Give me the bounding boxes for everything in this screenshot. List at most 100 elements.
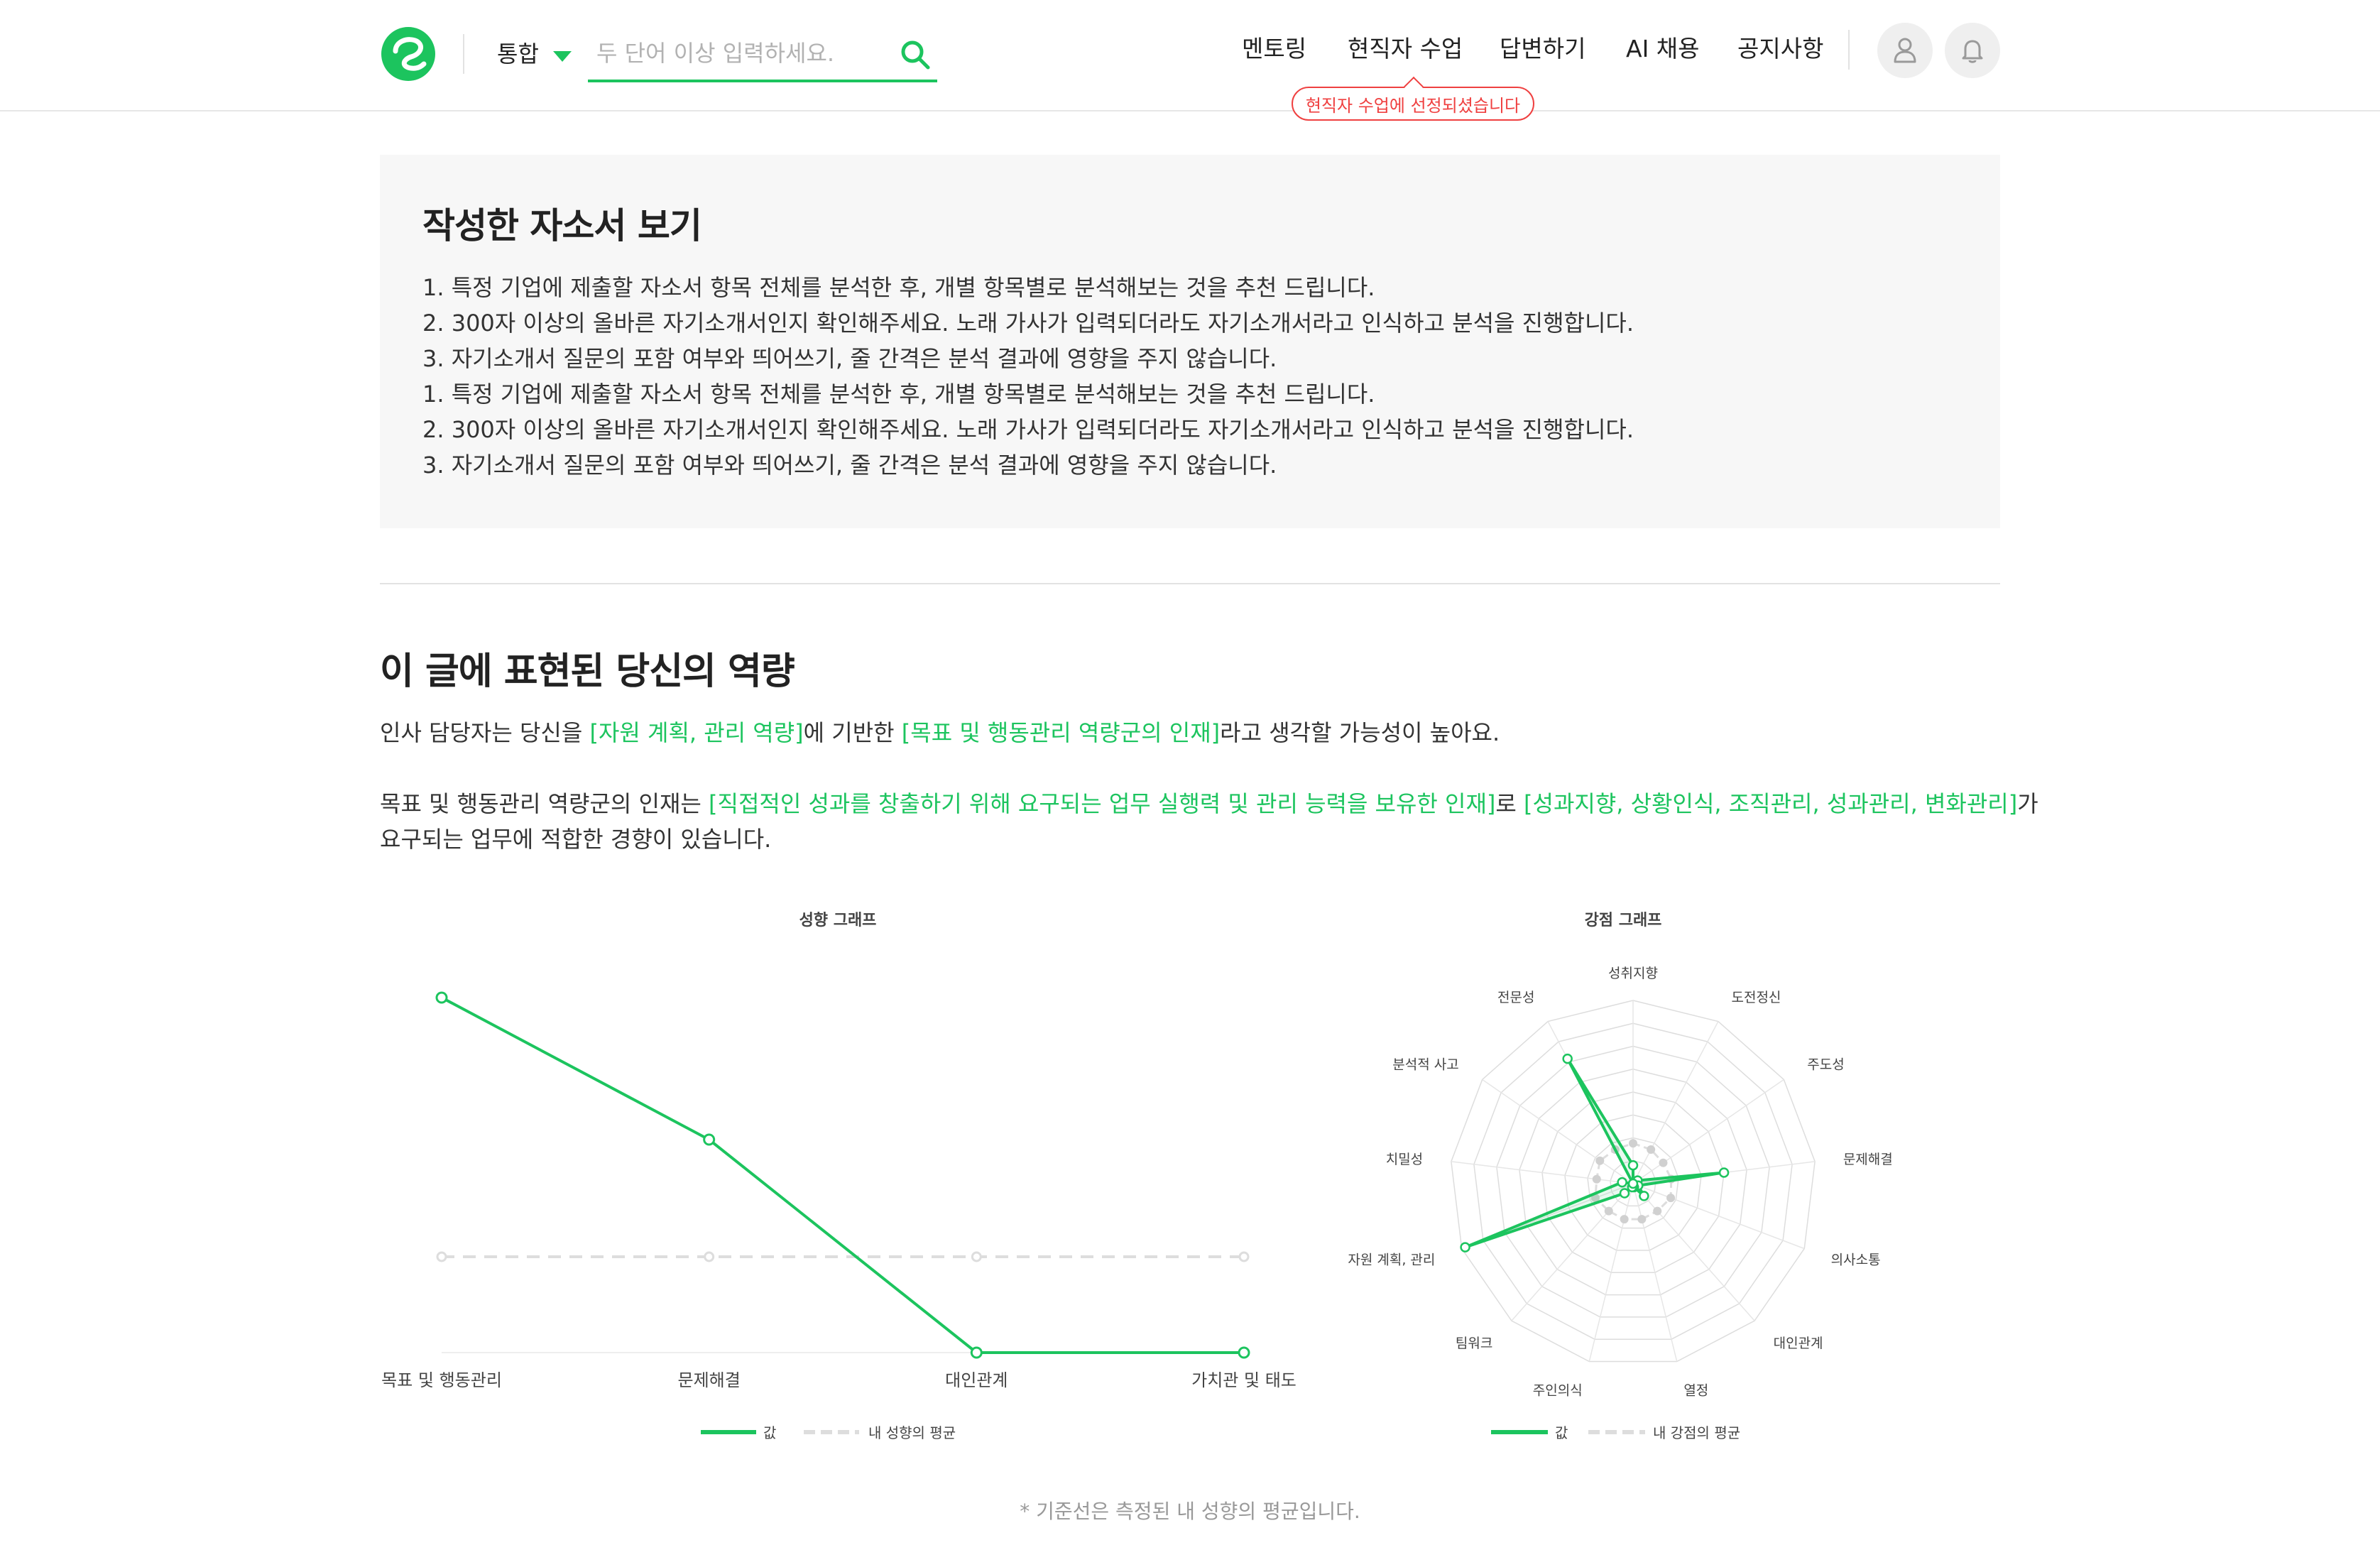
average-point bbox=[1604, 1206, 1613, 1216]
nav-answer[interactable]: 답변하기 bbox=[1500, 30, 1585, 64]
radar-axis-label: 팀워크 bbox=[1456, 1336, 1492, 1351]
value-point bbox=[703, 1133, 716, 1146]
header-divider bbox=[1848, 30, 1850, 70]
value-point bbox=[1627, 1178, 1639, 1189]
user-icon bbox=[1894, 38, 1916, 63]
guide-line: 1. 특정 기업에 제출할 자소서 항목 전체를 분석한 후, 개별 항목별로 … bbox=[422, 381, 1375, 408]
value-point bbox=[1718, 1167, 1730, 1178]
detail-text: 로 bbox=[1495, 790, 1524, 817]
legend-value-label: 값 bbox=[1555, 1424, 1568, 1441]
guide-title: 작성한 자소서 보기 bbox=[422, 205, 702, 246]
value-point bbox=[1627, 1159, 1639, 1171]
competency-summary: 인사 담당자는 당신을 [자원 계획, 관리 역량]에 기반한 [목표 및 행동… bbox=[380, 715, 1500, 751]
average-point bbox=[971, 1251, 982, 1262]
summary-text: 라고 생각할 가능성이 높아요. bbox=[1220, 719, 1500, 746]
tendency-chart-title: 성향 그래프 bbox=[799, 912, 877, 929]
radar-spoke bbox=[1632, 1183, 1755, 1321]
radar-axis-label: 의사소통 bbox=[1831, 1252, 1881, 1268]
radar-axis-label: 문제해결 bbox=[1843, 1152, 1893, 1167]
average-point bbox=[1666, 1194, 1676, 1203]
detail-text: 가 bbox=[2017, 790, 2038, 817]
notification-button[interactable] bbox=[1945, 23, 2000, 78]
radar-axis-label: 전문성 bbox=[1497, 990, 1534, 1005]
value-point bbox=[1562, 1053, 1573, 1064]
value-point bbox=[435, 991, 448, 1004]
bell-icon bbox=[1962, 40, 1983, 63]
radar-axis-label: 자원 계획, 관리 bbox=[1348, 1252, 1435, 1268]
guide-line: 3. 자기소개서 질문의 포함 여부와 띄어쓰기, 줄 간격은 분석 결과에 영… bbox=[422, 345, 1277, 372]
guide-line: 2. 300자 이상의 올바른 자기소개서인지 확인해주세요. 노래 가사가 입… bbox=[422, 310, 1634, 337]
detail-highlight: [직접적인 성과를 창출하기 위해 요구되는 업무 실행력 및 관리 능력을 보… bbox=[709, 790, 1496, 817]
value-point bbox=[1639, 1191, 1649, 1201]
x-tick-label: 문제해결 bbox=[678, 1370, 741, 1390]
value-point bbox=[1460, 1242, 1470, 1252]
nav-notice[interactable]: 공지사항 bbox=[1737, 30, 1823, 64]
search-scope-select[interactable]: 통합 bbox=[497, 33, 572, 72]
average-point bbox=[1592, 1174, 1601, 1184]
value-series-line bbox=[441, 996, 1244, 1354]
average-point bbox=[1659, 1158, 1668, 1167]
value-point bbox=[1619, 1188, 1630, 1199]
nav-live-class[interactable]: 현직자 수업 bbox=[1348, 30, 1463, 64]
radar-spoke bbox=[1632, 1183, 1805, 1250]
average-point bbox=[704, 1251, 715, 1262]
nav-mentoring[interactable]: 멘토링 bbox=[1242, 30, 1306, 64]
guide-line: 3. 자기소개서 질문의 포함 여부와 띄어쓰기, 줄 간격은 분석 결과에 영… bbox=[422, 452, 1277, 479]
strength-radar-chart: 성취지향도전정신주도성문제해결의사소통대인관계열정 주인의식 팀워크 자원 계획, 관… bbox=[1348, 966, 1893, 1441]
top-header: 통합 멘토링 현직자 수업 답변하기 AI 채용 공지사항 현직자 수업에 선정… bbox=[0, 0, 2380, 121]
average-point bbox=[1238, 1251, 1250, 1262]
legend-value-label: 값 bbox=[763, 1424, 776, 1441]
value-series-polygon bbox=[1463, 1057, 1726, 1249]
summary-highlight: [자원 계획, 관리 역량] bbox=[589, 719, 804, 746]
nav-ai-recruit[interactable]: AI 채용 bbox=[1626, 30, 1700, 64]
tendency-line-chart: 목표 및 행동관리 문제해결 대인관계 가치관 및 태도값 내 성향의 평균 bbox=[381, 991, 1297, 1441]
average-point bbox=[1620, 1215, 1629, 1224]
competency-detail-line: 목표 및 행동관리 역량군의 인재는 [직접적인 성과를 창출하기 위해 요구되… bbox=[380, 786, 2038, 822]
detail-text: 목표 및 행동관리 역량군의 인재는 bbox=[380, 790, 709, 817]
logo-icon[interactable] bbox=[380, 26, 437, 82]
x-tick-label: 대인관계 bbox=[945, 1370, 1008, 1390]
radar-axis-label: 주인의식 bbox=[1533, 1382, 1583, 1398]
radar-spoke bbox=[1632, 1021, 1719, 1184]
legend-average-label: 내 성향의 평균 bbox=[868, 1424, 956, 1441]
radar-axis-label: 도전정신 bbox=[1731, 990, 1781, 1005]
search-bar bbox=[588, 27, 937, 82]
selected-tooltip: 현직자 수업에 선정되셨습니다 bbox=[1292, 87, 1534, 121]
radar-axis-label: 열정 bbox=[1683, 1382, 1708, 1398]
strength-chart-title: 강점 그래프 bbox=[1584, 912, 1662, 929]
average-point bbox=[1647, 1145, 1656, 1155]
value-point bbox=[1617, 1177, 1627, 1188]
resume-guide-box: 작성한 자소서 보기 1. 특정 기업에 제출할 자소서 항목 전체를 분석한 … bbox=[380, 155, 2000, 528]
detail-highlight: [성과지향, 상황인식, 조직관리, 성과관리, 변화관리] bbox=[1524, 790, 2018, 817]
x-tick-label: 가치관 및 태도 bbox=[1191, 1370, 1297, 1390]
competency-detail-line: 요구되는 업무에 적합한 경향이 있습니다. bbox=[380, 822, 771, 857]
competency-title: 이 글에 표현된 당신의 역량 bbox=[380, 650, 795, 693]
value-point bbox=[970, 1346, 983, 1359]
legend-average-label: 내 강점의 평균 bbox=[1653, 1424, 1740, 1441]
guide-line: 1. 특정 기업에 제출할 자소서 항목 전체를 분석한 후, 개별 항목별로 … bbox=[422, 274, 1375, 301]
summary-highlight: [목표 및 행동관리 역량군의 인재] bbox=[901, 719, 1221, 746]
average-point bbox=[1629, 1139, 1637, 1148]
search-input[interactable] bbox=[596, 34, 880, 72]
radar-axis-label: 대인관계 bbox=[1774, 1336, 1823, 1351]
search-icon[interactable] bbox=[897, 37, 933, 72]
baseline-footnote: * 기준선은 측정된 내 성향의 평균입니다. bbox=[1020, 1500, 1360, 1523]
guide-line: 2. 300자 이상의 올바른 자기소개서인지 확인해주세요. 노래 가사가 입… bbox=[422, 416, 1634, 443]
profile-button[interactable] bbox=[1877, 23, 1933, 78]
tooltip-text: 현직자 수업에 선정되셨습니다 bbox=[1305, 95, 1521, 116]
detail-text: 요구되는 업무에 적합한 경향이 있습니다. bbox=[380, 826, 772, 853]
average-point bbox=[436, 1251, 447, 1262]
radar-axis-label: 치밀성 bbox=[1386, 1152, 1423, 1167]
summary-text: 인사 담당자는 당신을 bbox=[380, 719, 590, 746]
summary-text: 에 기반한 bbox=[803, 719, 902, 746]
section-divider bbox=[380, 583, 2000, 584]
radar-axis-label: 분석적 사고 bbox=[1392, 1057, 1458, 1073]
average-point bbox=[1653, 1206, 1662, 1216]
search-scope-label: 통합 bbox=[497, 40, 539, 67]
value-point bbox=[1238, 1346, 1250, 1359]
radar-axis-label: 주도성 bbox=[1807, 1057, 1844, 1073]
chevron-down-icon bbox=[552, 50, 572, 62]
average-point bbox=[1637, 1215, 1647, 1224]
x-tick-label: 목표 및 행동관리 bbox=[381, 1370, 502, 1390]
header-divider bbox=[463, 34, 464, 74]
